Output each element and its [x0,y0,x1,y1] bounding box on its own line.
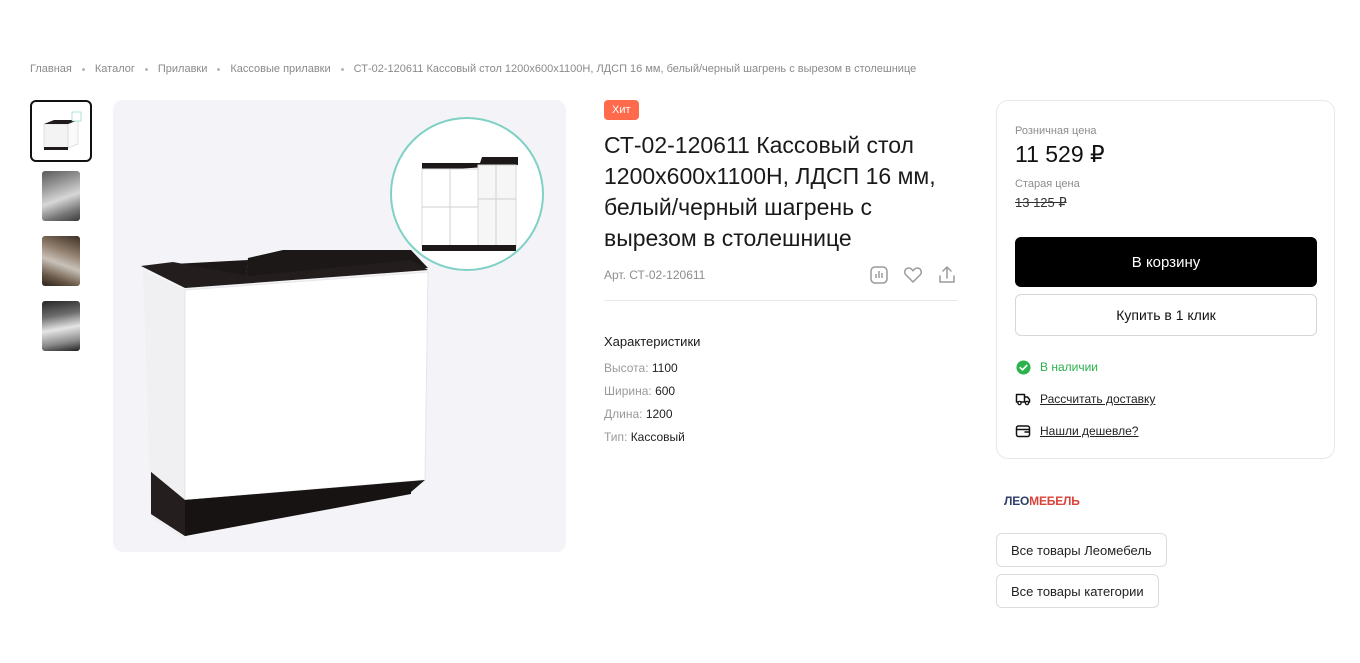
breadcrumb-current: СТ-02-120611 Кассовый стол 1200х600х1100… [353,63,917,75]
spec-key: Тип: [604,430,628,444]
share-button[interactable] [936,264,958,286]
divider [604,300,958,301]
calculate-delivery-link[interactable]: Рассчитать доставку [1040,392,1155,406]
breadcrumb-catalog[interactable]: Каталог [95,63,135,75]
brand-logo-part1: ЛЕО [1004,494,1030,508]
favorite-button[interactable] [902,264,924,286]
cheaper-row: Нашли дешевле? [1015,423,1138,439]
retail-price: 11 529 ₽ [1015,141,1105,167]
thumbnail-image [38,108,84,154]
heart-icon [904,267,922,283]
spec-row-type: Тип: Кассовый [604,426,700,449]
spec-key: Высота: [604,361,649,375]
all-category-products-button[interactable]: Все товары категории [996,574,1159,608]
specifications: Характеристики Высота: 1100 Ширина: 600 … [604,334,700,449]
all-brand-products-button[interactable]: Все товары Леомебель [996,533,1167,567]
spec-value: 1100 [651,361,678,375]
breadcrumb-counters[interactable]: Прилавки [158,63,208,75]
hit-badge: Хит [604,100,639,120]
spec-row-height: Высота: 1100 [604,357,700,380]
old-price-label: Старая цена [1015,178,1080,190]
thumbnail-image [42,236,80,286]
breadcrumb-home[interactable]: Главная [30,63,72,75]
counter-back-view [421,157,518,251]
truck-icon [1015,391,1031,407]
specs-title: Характеристики [604,334,701,349]
share-icon [939,266,955,283]
thumbnail-4[interactable] [30,295,92,357]
stock-status: В наличии [1015,359,1098,375]
spec-key: Ширина: [604,384,652,398]
old-price: 13 125 ₽ [1015,195,1067,210]
compare-button[interactable] [868,264,890,286]
breadcrumb-separator [340,67,344,71]
zoom-preview [390,117,544,271]
breadcrumb-separator [144,67,148,71]
compare-icon [870,266,888,284]
breadcrumb-separator [217,67,221,71]
spec-row-width: Ширина: 600 [604,380,700,403]
thumbnail-2[interactable] [30,165,92,227]
product-sku: Арт. СТ-02-120611 [604,268,706,282]
buy-one-click-button[interactable]: Купить в 1 клик [1015,294,1317,336]
check-circle-icon [1015,359,1031,375]
thumbnail-image [42,301,80,351]
spec-value: Кассовый [630,430,685,444]
breadcrumb-separator [81,67,85,71]
thumbnail-image [42,171,80,221]
spec-key: Длина: [604,407,643,421]
spec-value: 1200 [645,407,673,421]
product-actions [868,264,958,286]
add-to-cart-button[interactable]: В корзину [1015,237,1317,287]
spec-row-length: Длина: 1200 [604,403,700,426]
breadcrumb-cash-counters[interactable]: Кассовые прилавки [230,63,330,75]
brand-logo-part2: МЕБЕЛЬ [1029,494,1080,508]
price-card: Розничная цена 11 529 ₽ Старая цена 13 1… [996,100,1335,459]
thumbnail-1[interactable] [30,100,92,162]
thumbnail-3[interactable] [30,230,92,292]
brand-logo[interactable]: ЛЕОМЕБЕЛЬ [1004,494,1080,508]
retail-price-label: Розничная цена [1015,125,1097,137]
wallet-icon [1015,423,1031,439]
stock-text: В наличии [1040,360,1099,374]
thumbnail-list [30,100,92,360]
breadcrumb: Главная Каталог Прилавки Кассовые прилав… [30,63,916,75]
product-title: СТ-02-120611 Кассовый стол 1200х600х1100… [604,132,936,251]
delivery-row: Рассчитать доставку [1015,391,1155,407]
spec-value: 600 [655,384,676,398]
found-cheaper-link[interactable]: Нашли дешевле? [1040,424,1138,438]
